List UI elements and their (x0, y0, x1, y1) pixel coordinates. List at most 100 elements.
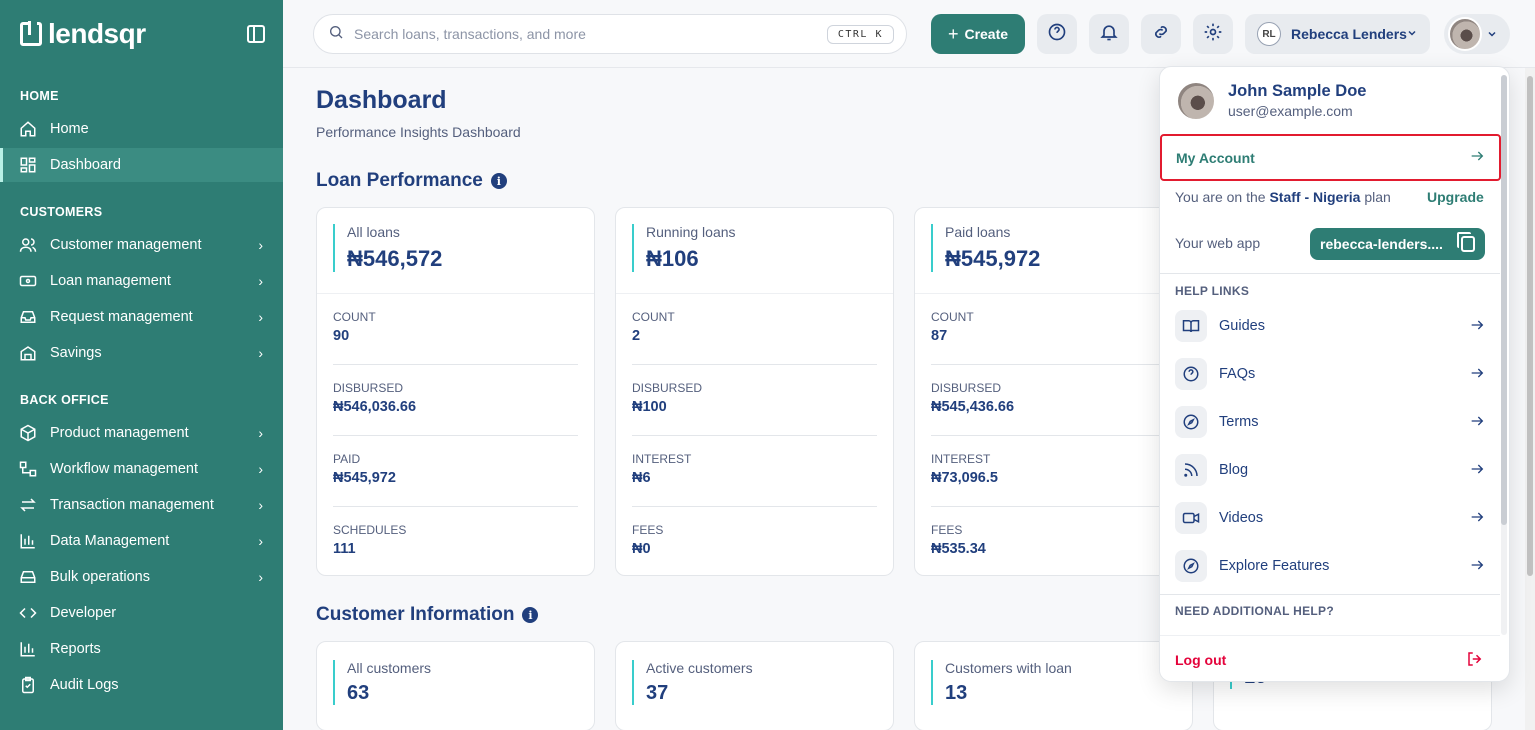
logout-label: Log out (1175, 651, 1227, 668)
question-icon (1175, 358, 1207, 390)
workflow-icon (18, 459, 38, 479)
logo-mark-icon (20, 21, 42, 46)
sidebar-item-label: Audit Logs (50, 677, 119, 693)
topbar: CTRL K + Create RL Rebecca Lenders (283, 0, 1535, 68)
sidebar-item-audit-logs[interactable]: Audit Logs (0, 668, 283, 702)
dropdown-scrollbar[interactable] (1501, 75, 1507, 635)
help-link-label: Explore Features (1219, 558, 1330, 574)
organization-switcher[interactable]: RL Rebecca Lenders (1245, 14, 1430, 54)
help-link-faqs[interactable]: FAQs (1175, 357, 1485, 391)
stat-label: SCHEDULES (333, 523, 407, 537)
sidebar-item-label: Savings (50, 345, 102, 361)
info-icon[interactable]: i (490, 173, 507, 189)
user-avatar (1448, 17, 1482, 51)
stat-label: INTEREST (931, 452, 991, 466)
sidebar-item-reports[interactable]: Reports (0, 632, 283, 666)
stat-value: 87 (931, 328, 948, 344)
card-value: 37 (646, 682, 669, 704)
section-heading-label: Customer Information (316, 604, 515, 625)
help-link-terms[interactable]: Terms (1175, 405, 1485, 439)
stat-label: DISBURSED (632, 381, 703, 395)
help-link-videos[interactable]: Videos (1175, 501, 1485, 535)
stat-value: ₦535.34 (931, 541, 986, 557)
user-dropdown-menu: John Sample Doe user@example.com My Acco… (1159, 66, 1510, 682)
dropdown-scrollbar-thumb[interactable] (1501, 75, 1507, 525)
settings-button[interactable] (1193, 14, 1233, 54)
plan-suffix: plan (1360, 189, 1391, 205)
notifications-button[interactable] (1089, 14, 1129, 54)
transfer-icon (18, 495, 38, 515)
home-icon (18, 119, 38, 139)
web-app-copy-button[interactable]: rebecca-lenders.... (1310, 228, 1485, 260)
collapse-sidebar-icon[interactable] (247, 25, 265, 43)
stat-label: DISBURSED (931, 381, 1002, 395)
help-links-title: HELP LINKS (1175, 284, 1250, 298)
page-scrollbar[interactable] (1525, 68, 1535, 730)
section-title-back-office: BACK OFFICE (20, 393, 109, 407)
search-input[interactable] (354, 26, 804, 42)
savings-icon (18, 343, 38, 363)
logout-button[interactable]: Log out (1160, 635, 1500, 681)
help-link-blog[interactable]: Blog (1175, 453, 1485, 487)
sidebar-item-transaction-management[interactable]: Transaction management › (0, 488, 283, 522)
web-app-label: Your web app (1175, 235, 1261, 251)
sidebar-item-data-management[interactable]: Data Management › (0, 524, 283, 558)
sidebar-item-customer-management[interactable]: Customer management › (0, 228, 283, 262)
stat-value: 111 (333, 541, 356, 557)
my-account-link[interactable]: My Account (1160, 134, 1501, 181)
stat-value: ₦100 (632, 399, 667, 415)
user-menu-button[interactable] (1444, 14, 1510, 54)
chevron-right-icon: › (258, 237, 263, 253)
help-button[interactable] (1037, 14, 1077, 54)
book-icon (1175, 310, 1207, 342)
bell-icon (1099, 22, 1119, 47)
need-help-title: NEED ADDITIONAL HELP? (1175, 604, 1334, 618)
sidebar-item-savings[interactable]: Savings › (0, 336, 283, 370)
plus-icon: + (947, 23, 959, 44)
sidebar: lendsqr HOME Home Dashboard CUSTOMERS Cu… (0, 0, 283, 730)
org-name: Rebecca Lenders (1291, 26, 1407, 42)
copy-icon (1457, 232, 1475, 252)
shortcut-hint: CTRL K (826, 25, 894, 44)
help-link-label: Terms (1219, 414, 1259, 430)
stat-label: FEES (632, 523, 664, 537)
sidebar-item-label: Request management (50, 309, 193, 325)
help-link-guides[interactable]: Guides (1175, 309, 1485, 343)
create-button[interactable]: + Create (931, 14, 1025, 54)
arrow-right-icon (1469, 365, 1485, 385)
link-button[interactable] (1141, 14, 1181, 54)
video-icon (1175, 502, 1207, 534)
sidebar-item-label: Loan management (50, 273, 171, 289)
sidebar-item-product-management[interactable]: Product management › (0, 416, 283, 450)
arrow-right-icon (1469, 557, 1485, 577)
brand-logo[interactable]: lendsqr (20, 18, 146, 50)
chevron-right-icon: › (258, 345, 263, 361)
sidebar-item-bulk-operations[interactable]: Bulk operations › (0, 560, 283, 594)
loan-card-all: All loans ₦546,572 COUNT 90 DISBURSED ₦546… (316, 207, 595, 576)
sidebar-item-loan-management[interactable]: Loan management › (0, 264, 283, 298)
sidebar-item-developer[interactable]: Developer (0, 596, 283, 630)
help-link-explore-features[interactable]: Explore Features (1175, 549, 1485, 583)
link-icon (1151, 22, 1171, 47)
my-account-label: My Account (1176, 149, 1255, 166)
page-scrollbar-thumb[interactable] (1527, 76, 1533, 576)
sidebar-item-request-management[interactable]: Request management › (0, 300, 283, 334)
stat-value: ₦73,096.5 (931, 470, 998, 486)
sidebar-item-label: Home (50, 121, 89, 137)
sidebar-item-home[interactable]: Home (0, 112, 283, 146)
divider (1160, 594, 1500, 595)
page-title: Dashboard (316, 86, 447, 114)
sidebar-item-workflow-management[interactable]: Workflow management › (0, 452, 283, 486)
card-amount: ₦545,972 (945, 246, 1041, 271)
sidebar-item-dashboard[interactable]: Dashboard (0, 148, 283, 182)
sidebar-item-label: Workflow management (50, 461, 199, 477)
chevron-right-icon: › (258, 497, 263, 513)
card-label: All customers (347, 660, 432, 676)
customer-card-active: Active customers 37 (615, 641, 894, 730)
upgrade-link[interactable]: Upgrade (1427, 189, 1484, 205)
help-link-label: Blog (1219, 462, 1249, 478)
chart-icon (18, 531, 38, 551)
search-bar[interactable]: CTRL K (313, 14, 907, 54)
info-icon[interactable]: i (522, 607, 539, 623)
arrow-right-icon (1469, 413, 1485, 433)
